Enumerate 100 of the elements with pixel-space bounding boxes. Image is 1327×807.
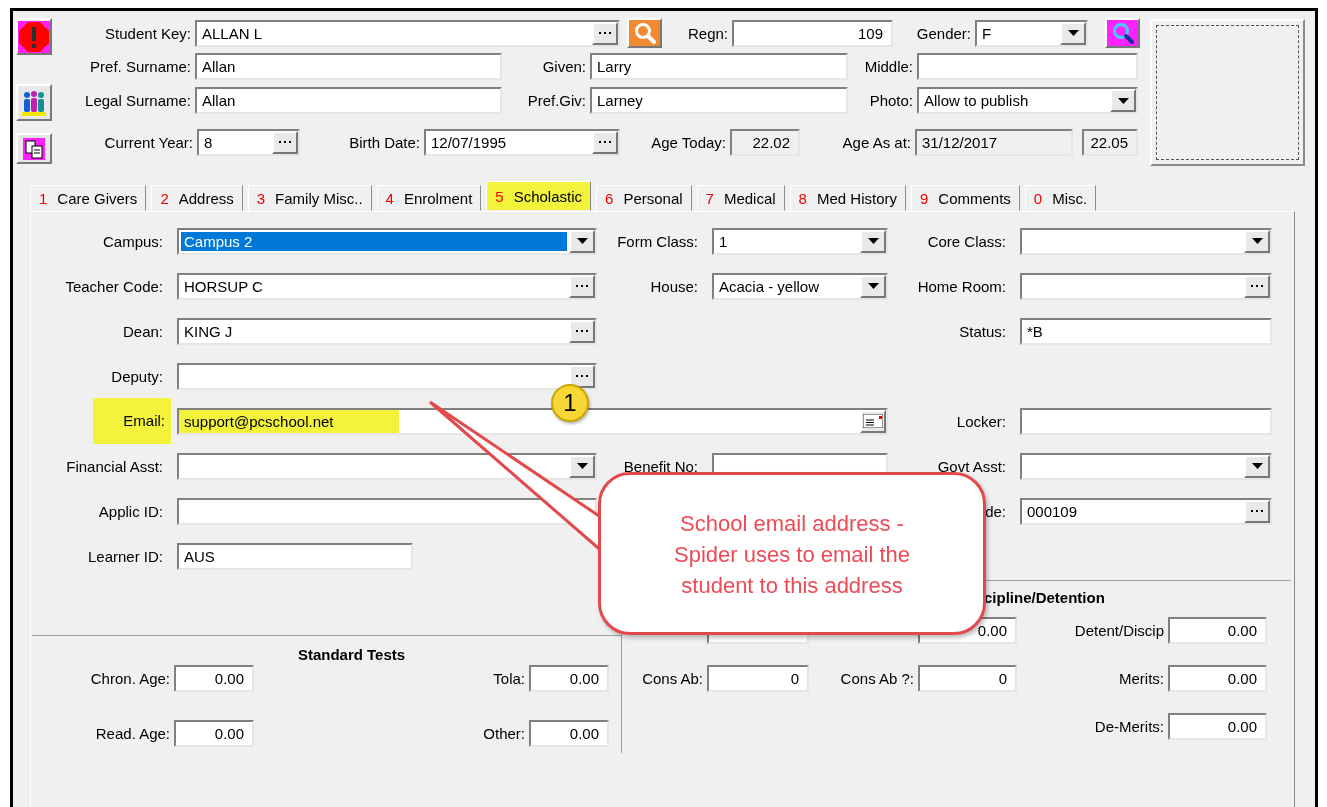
dropdown-button[interactable] xyxy=(1244,229,1270,253)
field-label: Other: xyxy=(483,725,525,742)
dropdown-button[interactable] xyxy=(1060,21,1086,45)
dropdown-button[interactable] xyxy=(860,274,886,298)
tab[interactable]: 2 Address xyxy=(151,185,243,211)
number-field[interactable]: 0.00 xyxy=(1168,617,1267,644)
field-label: Status: xyxy=(959,322,1007,340)
field-label: Student Key: xyxy=(105,24,191,42)
field-label: Given: xyxy=(542,58,586,75)
field-label: de: xyxy=(985,502,1007,520)
caret-icon xyxy=(1251,463,1263,469)
field-label: Teacher Code: xyxy=(65,277,164,295)
lookup-field[interactable]: HORSUP C xyxy=(177,272,597,300)
ellipsis-icon xyxy=(599,31,611,35)
browse-button[interactable] xyxy=(1244,499,1270,523)
browse-button[interactable] xyxy=(592,131,618,154)
dropdown-field[interactable] xyxy=(1020,452,1272,480)
text-field[interactable]: Larney xyxy=(590,87,848,114)
lookup-field[interactable]: KING J xyxy=(177,317,597,345)
field-label: Core Class: xyxy=(927,232,1007,250)
ellipsis-icon xyxy=(599,141,611,144)
lookup-field[interactable] xyxy=(177,362,597,390)
browse-button[interactable] xyxy=(272,131,298,154)
field-label: Home Room: xyxy=(917,277,1007,295)
text-field[interactable]: Allan xyxy=(195,53,502,80)
number-field[interactable]: 0.00 xyxy=(529,720,609,747)
alert-button[interactable] xyxy=(15,18,52,55)
number-field[interactable]: 109 xyxy=(732,19,893,47)
field-label: Birth Date: xyxy=(349,134,420,151)
number-field[interactable]: 0.00 xyxy=(1168,713,1267,740)
people-icon xyxy=(19,88,48,117)
ellipsis-icon xyxy=(576,329,588,333)
field-label: Locker: xyxy=(956,412,1007,430)
dropdown-field[interactable]: Allow to publish xyxy=(917,87,1138,114)
stop-sign-icon xyxy=(17,20,50,53)
tab[interactable]: 4 Enrolment xyxy=(376,185,482,211)
tab[interactable]: 0 Misc. xyxy=(1024,185,1097,211)
search-icon xyxy=(1110,21,1135,45)
field-label: Learner ID: xyxy=(87,547,164,565)
browse-button[interactable] xyxy=(569,274,595,298)
dropdown-field[interactable] xyxy=(177,452,597,480)
field-label: Pref. Surname: xyxy=(90,58,191,75)
ellipsis-icon xyxy=(576,284,588,288)
lookup-field[interactable]: ALLAN L xyxy=(195,19,620,47)
ellipsis-icon xyxy=(576,374,588,378)
tab[interactable]: 1 Care Givers xyxy=(30,185,147,211)
dropdown-button[interactable] xyxy=(860,229,886,253)
dropdown-button[interactable] xyxy=(569,454,595,478)
number-field[interactable]: 0.00 xyxy=(174,664,254,692)
dropdown-button[interactable] xyxy=(569,229,595,253)
dropdown-field[interactable]: Acacia - yellow xyxy=(712,272,888,300)
dropdown-field[interactable]: F xyxy=(975,19,1088,47)
copy-button[interactable] xyxy=(15,133,52,164)
ellipsis-icon xyxy=(1251,509,1263,513)
dropdown-field[interactable]: Campus 2 xyxy=(177,227,597,255)
number-field[interactable]: 0 xyxy=(918,665,1017,692)
field-label: Email: xyxy=(93,398,171,444)
text-field[interactable] xyxy=(177,497,597,525)
caret-icon xyxy=(867,283,879,289)
text-field[interactable]: AUS xyxy=(177,542,413,570)
tab[interactable]: 5 Scholastic xyxy=(486,181,592,211)
text-field[interactable]: Allan xyxy=(195,87,502,114)
ellipsis-icon xyxy=(279,141,291,144)
field-label: Applic ID: xyxy=(98,502,164,520)
number-field[interactable]: 0.00 xyxy=(174,720,254,747)
readonly-field[interactable]: 22.05 xyxy=(1082,129,1138,156)
lookup-field[interactable]: 12/07/1995 xyxy=(424,129,620,156)
browse-button[interactable] xyxy=(1244,274,1270,298)
tab[interactable]: 6 Personal xyxy=(596,185,692,211)
text-field[interactable]: Larry xyxy=(590,53,848,80)
text-field[interactable] xyxy=(1020,407,1272,435)
field-label: Govt Asst: xyxy=(937,457,1007,475)
field-label: Photo: xyxy=(869,92,913,109)
email-button[interactable] xyxy=(860,409,886,433)
dropdown-field[interactable] xyxy=(1020,227,1272,255)
browse-button[interactable] xyxy=(569,364,595,388)
search-button[interactable] xyxy=(1105,18,1140,48)
dropdown-button[interactable] xyxy=(1110,89,1136,112)
number-field[interactable]: 0.00 xyxy=(529,664,609,692)
contacts-button[interactable] xyxy=(15,84,52,121)
tab[interactable]: 3 Family Misc.. xyxy=(247,185,372,211)
number-field[interactable]: 0 xyxy=(707,665,809,692)
field-label: Regn: xyxy=(687,24,728,42)
lookup-field[interactable]: 000109 xyxy=(1020,497,1272,525)
readonly-field[interactable]: 31/12/2017 xyxy=(915,129,1073,156)
readonly-field[interactable]: 22.02 xyxy=(730,129,800,156)
dropdown-button[interactable] xyxy=(1244,454,1270,478)
number-field[interactable]: 0.00 xyxy=(1168,665,1267,692)
dropdown-field[interactable]: 1 xyxy=(712,227,888,255)
tab[interactable]: 9 Comments xyxy=(911,185,1020,211)
browse-button[interactable] xyxy=(592,21,618,45)
caret-icon xyxy=(1251,238,1263,244)
lookup-field[interactable] xyxy=(1020,272,1272,300)
tab[interactable]: 8 Med History xyxy=(789,185,906,211)
lookup-field[interactable]: 8 xyxy=(197,129,300,156)
text-field[interactable] xyxy=(917,53,1138,80)
caret-icon xyxy=(867,238,879,244)
browse-button[interactable] xyxy=(569,319,595,343)
text-field[interactable]: *B xyxy=(1020,317,1272,345)
tab[interactable]: 7 Medical xyxy=(696,185,785,211)
